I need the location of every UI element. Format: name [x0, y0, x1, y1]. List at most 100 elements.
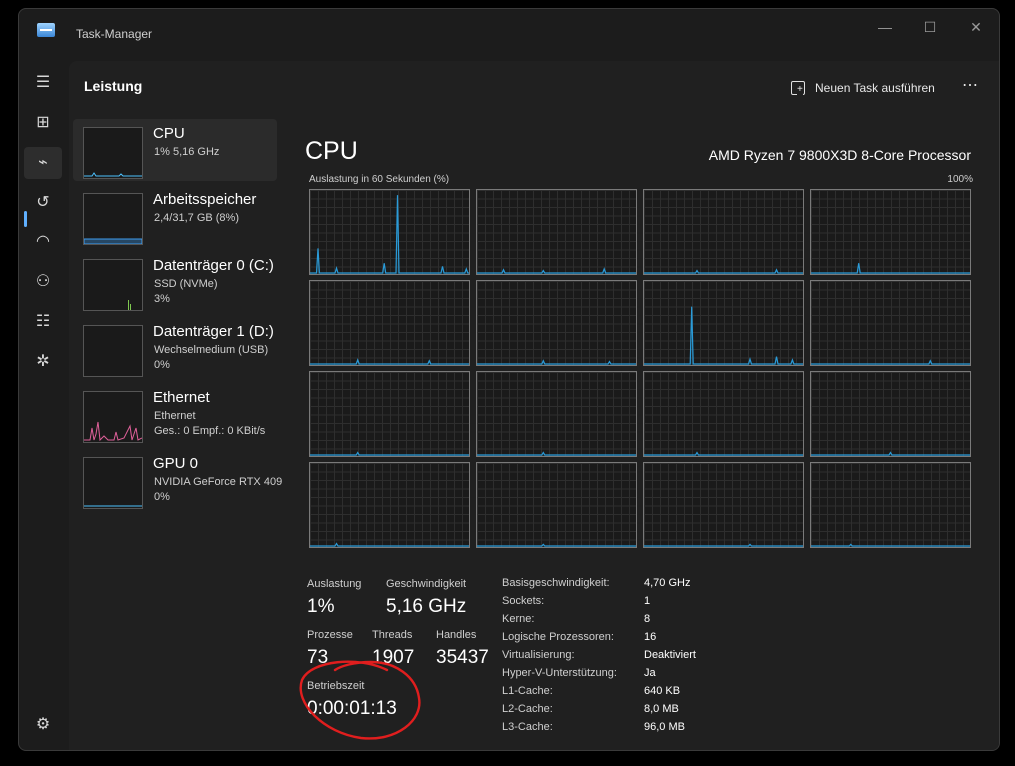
spec-value: 4,70 GHz	[644, 577, 691, 589]
core-usage-line-0	[310, 195, 469, 274]
core-usage-area-1	[477, 268, 636, 274]
task-manager-window: Task-Manager — ☐ ✕ ☰ ⊞ ⌁ ↺ ◠ ⚇ ☷ ✲ ⚙ Lei…	[18, 8, 1000, 751]
memory-mini-fill	[84, 238, 142, 244]
spec-value: 640 KB	[644, 685, 681, 697]
sidebar-item-memory[interactable]: Arbeitsspeicher 2,4/31,7 GB (8%)	[73, 185, 277, 247]
spec-value: 8	[644, 613, 651, 625]
utilization-label: Auslastung	[307, 578, 362, 590]
graph-caption: Auslastung in 60 Sekunden (%)	[309, 174, 450, 185]
handles-value: 35437	[436, 647, 489, 668]
sidebar-item-title: CPU	[153, 125, 185, 142]
services-icon[interactable]: ✲	[24, 346, 62, 378]
core-usage-area-0	[310, 195, 469, 274]
core-graph-12	[309, 462, 470, 548]
sidebar-item-cpu[interactable]: CPU 1% 5,16 GHz	[73, 119, 277, 181]
performance-page: Leistung Neuen Task ausführen ⋯ CPU 1% 5,…	[69, 61, 999, 750]
spec-value: 16	[644, 631, 657, 643]
ethernet-mini-graph	[83, 391, 143, 443]
core-graph-2	[643, 189, 804, 275]
settings-icon[interactable]: ⚙	[24, 709, 62, 741]
core-usage-line-13	[477, 543, 636, 547]
cpu-model-name: AMD Ryzen 7 9800X3D 8-Core Processor	[708, 147, 971, 163]
spec-label: Logische Prozessoren:	[502, 631, 614, 643]
processes-icon[interactable]: ⊞	[24, 107, 62, 139]
spec-value: 1	[644, 595, 651, 607]
startup-apps-icon[interactable]: ◠	[24, 226, 62, 258]
core-usage-line-7	[811, 359, 970, 365]
spec-label: Sockets:	[502, 595, 545, 607]
sidebar-item-gpu[interactable]: GPU 0 NVIDIA GeForce RTX 409 0%	[73, 449, 282, 511]
sidebar-item-detail: 1% 5,16 GHz	[154, 146, 220, 158]
cpu-mini-line	[84, 172, 142, 177]
core-usage-line-12	[310, 542, 469, 547]
core-graph-15	[810, 462, 971, 548]
utilization-value: 1%	[307, 596, 335, 617]
spec-label: Hyper-V-Unterstützung:	[502, 667, 617, 679]
core-graph-9	[476, 371, 637, 457]
details-icon[interactable]: ☷	[24, 306, 62, 338]
speed-label: Geschwindigkeit	[386, 578, 467, 590]
threads-label: Threads	[372, 629, 413, 641]
core-graph-7	[810, 280, 971, 366]
threads-value: 1907	[372, 647, 415, 668]
maximize-button[interactable]: ☐	[910, 15, 950, 39]
sidebar-item-usage: Ges.: 0 Empf.: 0 KBit/s	[154, 425, 266, 437]
core-usage-line-15	[811, 543, 970, 547]
core-graph-6	[643, 280, 804, 366]
core-usage-area-2	[644, 269, 803, 274]
disk0-mini-graph	[83, 259, 143, 311]
sidebar-item-disk1[interactable]: Datenträger 1 (D:) Wechselmedium (USB) 0%	[73, 317, 277, 379]
logical-processor-graphs[interactable]	[309, 189, 974, 551]
spec-label: L1-Cache:	[502, 685, 553, 697]
speed-value: 5,16 GHz	[386, 596, 467, 617]
core-graph-4	[309, 280, 470, 366]
spec-label: Basisgeschwindigkeit:	[502, 577, 610, 589]
spec-label: Kerne:	[502, 613, 535, 625]
nav-rail: ☰ ⊞ ⌁ ↺ ◠ ⚇ ☷ ✲ ⚙	[19, 57, 69, 750]
core-usage-line-9	[477, 451, 636, 456]
gpu-mini-graph	[83, 457, 143, 509]
core-graph-8	[309, 371, 470, 457]
sidebar-item-title: Arbeitsspeicher	[153, 191, 257, 208]
close-button[interactable]: ✕	[956, 15, 996, 39]
core-graph-3	[810, 189, 971, 275]
minimize-button[interactable]: —	[865, 15, 905, 39]
users-icon[interactable]: ⚇	[24, 266, 62, 298]
core-usage-line-3	[811, 263, 970, 274]
memory-mini-graph	[83, 193, 143, 245]
run-new-task-button[interactable]: Neuen Task ausführen	[791, 77, 935, 99]
core-usage-area-4	[310, 359, 469, 365]
uptime-value: 0:00:01:13	[307, 698, 397, 719]
sidebar-item-title: Datenträger 0 (C:)	[153, 257, 274, 274]
performance-icon[interactable]: ⌁	[24, 147, 62, 179]
page-title: Leistung	[84, 78, 143, 94]
core-usage-area-7	[811, 360, 970, 365]
task-manager-app-icon	[37, 23, 55, 37]
spec-value: 8,0 MB	[644, 703, 679, 715]
processes-label: Prozesse	[307, 629, 353, 641]
sidebar-item-usage: 3%	[154, 293, 170, 305]
sidebar-item-ethernet[interactable]: Ethernet Ethernet Ges.: 0 Empf.: 0 KBit/s	[73, 383, 277, 445]
core-usage-line-10	[644, 451, 803, 456]
disk0-mini-bar-0	[128, 300, 129, 310]
handles-label: Handles	[436, 629, 477, 641]
menu-icon[interactable]: ☰	[24, 67, 62, 99]
more-options-button[interactable]: ⋯	[962, 75, 979, 95]
sidebar-item-detail: 2,4/31,7 GB (8%)	[154, 212, 239, 224]
core-graph-5	[476, 280, 637, 366]
sidebar-item-detail: Wechselmedium (USB)	[154, 344, 269, 356]
core-usage-line-6	[644, 306, 803, 365]
title-bar: Task-Manager — ☐ ✕	[19, 9, 999, 57]
processes-value: 73	[307, 647, 329, 668]
sidebar-item-usage: 0%	[154, 491, 170, 503]
core-usage-line-5	[477, 359, 636, 365]
core-graph-10	[643, 371, 804, 457]
core-graph-14	[643, 462, 804, 548]
spec-label: L2-Cache:	[502, 703, 553, 715]
core-usage-area-6	[644, 306, 803, 365]
spec-label: L3-Cache:	[502, 721, 553, 733]
core-usage-line-1	[477, 267, 636, 274]
app-history-icon[interactable]: ↺	[24, 187, 62, 219]
page-header: Leistung Neuen Task ausführen ⋯	[69, 61, 999, 117]
sidebar-item-disk0[interactable]: Datenträger 0 (C:) SSD (NVMe) 3%	[73, 251, 277, 313]
